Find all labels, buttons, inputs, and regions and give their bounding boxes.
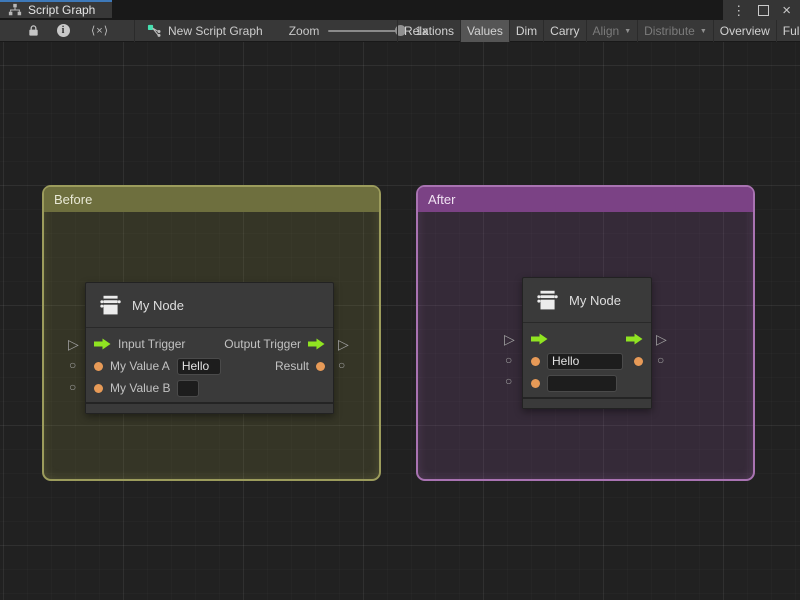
align-dropdown[interactable]: Align ▼ <box>586 20 638 42</box>
external-flow-output-port[interactable]: ▷ <box>338 337 349 351</box>
code-preview-icon: ⟨×⟩ <box>91 24 109 37</box>
full-screen-button[interactable]: Full Screen <box>776 20 800 42</box>
flow-input-port-icon[interactable] <box>531 333 548 345</box>
flow-input-port-icon[interactable] <box>94 338 111 350</box>
node-my-node-after[interactable]: My Node <box>522 277 652 409</box>
carry-button[interactable]: Carry <box>543 20 585 42</box>
distribute-dropdown[interactable]: Distribute ▼ <box>637 20 713 42</box>
result-label: Result <box>275 359 309 373</box>
dropdown-arrow-icon: ▼ <box>624 28 631 35</box>
value-input-port-icon[interactable] <box>531 357 540 366</box>
my-value-b-field[interactable] <box>547 375 617 392</box>
port-row-value-a <box>523 350 651 372</box>
unit-icon <box>97 292 123 318</box>
value-input-port-icon[interactable] <box>94 384 103 393</box>
external-flow-input-port[interactable]: ▷ <box>68 337 79 351</box>
toolbar: i ⟨×⟩ New Script Graph Zoom 1x Relations… <box>0 20 800 42</box>
external-value-output-port[interactable]: ○ <box>657 354 664 366</box>
overview-button[interactable]: Overview <box>713 20 776 42</box>
group-after-header[interactable]: After <box>418 187 753 212</box>
port-row-trigger: Input Trigger Output Trigger <box>86 333 333 355</box>
zoom-label: Zoom <box>289 24 320 38</box>
node-title: My Node <box>569 293 621 308</box>
input-trigger-label: Input Trigger <box>118 337 185 351</box>
code-preview-button[interactable]: ⟨×⟩ <box>78 20 122 42</box>
close-icon[interactable]: × <box>782 3 791 18</box>
my-value-b-label: My Value B <box>110 381 170 395</box>
node-footer <box>86 404 333 413</box>
my-value-a-field[interactable] <box>547 353 623 370</box>
group-before-header[interactable]: Before <box>44 187 379 212</box>
node-ports: Input Trigger Output Trigger My Value A … <box>86 328 333 402</box>
lock-button[interactable] <box>18 20 48 42</box>
new-script-graph-button[interactable]: New Script Graph <box>135 20 275 42</box>
external-value-input-port[interactable]: ○ <box>69 359 76 371</box>
node-header[interactable]: My Node <box>523 278 651 323</box>
value-output-port-icon[interactable] <box>316 362 325 371</box>
flow-output-port-icon[interactable] <box>626 333 643 345</box>
maximize-icon[interactable] <box>758 5 769 16</box>
value-input-port-icon[interactable] <box>94 362 103 371</box>
script-graph-window: Script Graph ⋮ × i ⟨×⟩ <box>0 0 800 600</box>
tab-script-graph[interactable]: Script Graph <box>0 0 112 18</box>
dim-button[interactable]: Dim <box>509 20 543 42</box>
graph-hierarchy-icon <box>8 3 22 17</box>
tab-bar: Script Graph ⋮ × <box>0 0 800 20</box>
unit-icon <box>534 287 560 313</box>
relations-button[interactable]: Relations <box>397 20 460 42</box>
node-my-node-before[interactable]: My Node Input Trigger Output Trigger <box>85 282 334 414</box>
lock-icon <box>27 24 40 37</box>
node-title: My Node <box>132 298 184 313</box>
zoom-slider[interactable] <box>328 30 406 32</box>
info-icon: i <box>57 24 70 37</box>
group-after-title: After <box>428 192 455 207</box>
flow-output-port-icon[interactable] <box>308 338 325 350</box>
node-ports <box>523 323 651 397</box>
external-value-input-port[interactable]: ○ <box>505 375 512 387</box>
value-output-port-icon[interactable] <box>634 357 643 366</box>
graph-canvas[interactable]: Before After My Node <box>0 42 800 600</box>
tab-label: Script Graph <box>28 3 95 17</box>
external-value-input-port[interactable]: ○ <box>505 354 512 366</box>
external-value-output-port[interactable]: ○ <box>338 359 345 371</box>
my-value-a-label: My Value A <box>110 359 170 373</box>
port-row-value-a: My Value A Result <box>86 355 333 377</box>
port-row-value-b: My Value B <box>86 377 333 399</box>
my-value-a-field[interactable] <box>177 358 221 375</box>
port-row-value-b <box>523 372 651 394</box>
port-row-trigger <box>523 328 651 350</box>
output-trigger-label: Output Trigger <box>224 337 301 351</box>
view-buttons: Relations Values Dim Carry Align ▼ Distr… <box>397 20 800 42</box>
info-button[interactable]: i <box>48 20 78 42</box>
external-value-input-port[interactable]: ○ <box>69 381 76 393</box>
new-script-graph-label: New Script Graph <box>168 24 263 38</box>
values-button[interactable]: Values <box>460 20 509 42</box>
my-value-b-field[interactable] <box>177 380 199 397</box>
window-controls: ⋮ × <box>723 0 800 20</box>
kebab-menu-icon[interactable]: ⋮ <box>732 4 745 17</box>
node-footer <box>523 399 651 408</box>
node-header[interactable]: My Node <box>86 283 333 328</box>
external-flow-input-port[interactable]: ▷ <box>504 332 515 346</box>
external-flow-output-port[interactable]: ▷ <box>656 332 667 346</box>
dropdown-arrow-icon: ▼ <box>700 28 707 35</box>
graph-asset-icon <box>147 23 162 38</box>
value-input-port-icon[interactable] <box>531 379 540 388</box>
group-before-title: Before <box>54 192 92 207</box>
